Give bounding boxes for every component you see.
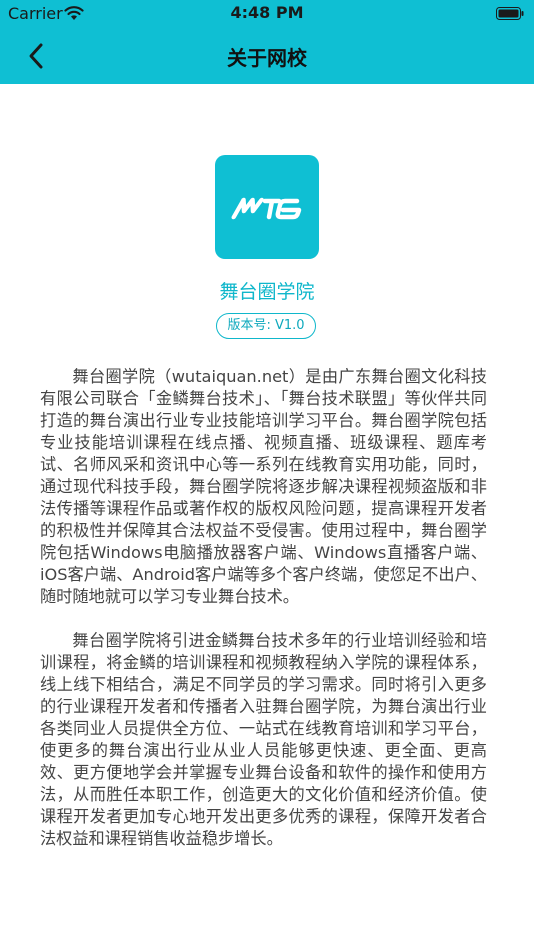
wtq-logo-icon xyxy=(231,197,302,220)
nav-bar: 关于网校 xyxy=(0,30,534,84)
app-logo xyxy=(215,155,319,259)
status-bar: Carrier 4:48 PM xyxy=(0,0,534,30)
page-title: 关于网校 xyxy=(227,46,307,70)
battery-icon xyxy=(496,7,524,20)
header: Carrier 4:48 PM 关于网校 xyxy=(0,0,534,84)
about-description: 舞台圈学院（wutaiquan.net）是由广东舞台圈文化科技有限公司联合「金鳞… xyxy=(40,366,487,871)
status-time: 4:48 PM xyxy=(230,3,304,22)
version-badge: 版本号: V1.0 xyxy=(216,313,316,339)
description-paragraph: 舞台圈学院将引进金鳞舞台技术多年的行业培训经验和培训课程，将金鳞的培训课程和视频… xyxy=(40,631,487,848)
app-name: 舞台圈学院 xyxy=(219,281,315,303)
description-paragraph: 舞台圈学院（wutaiquan.net）是由广东舞台圈文化科技有限公司联合「金鳞… xyxy=(40,367,487,606)
